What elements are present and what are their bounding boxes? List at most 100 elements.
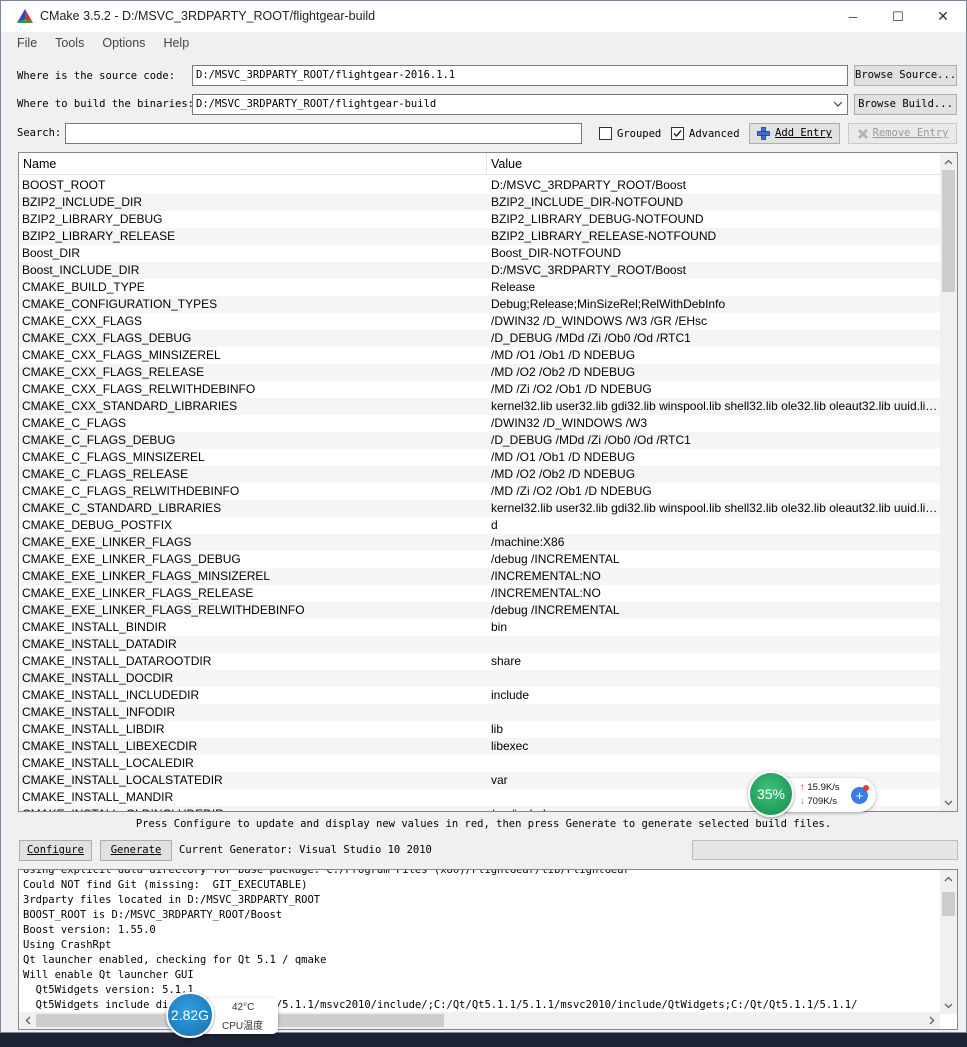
log-scroll-up-icon[interactable]	[940, 870, 957, 887]
source-path-input[interactable]: D:/MSVC_3RDPARTY_ROOT/flightgear-2016.1.…	[192, 65, 848, 86]
table-row[interactable]: CMAKE_INSTALL_LIBEXECDIR libexec	[19, 738, 940, 755]
cell-value[interactable]: Boost_DIR-NOTFOUND	[487, 245, 940, 262]
table-row[interactable]: CMAKE_EXE_LINKER_FLAGS_RELEASE/INCREMENT…	[19, 585, 940, 602]
table-row[interactable]: CMAKE_INSTALL_DATADIR	[19, 636, 940, 653]
cell-value[interactable]: D:/MSVC_3RDPARTY_ROOT/Boost	[487, 262, 940, 279]
log-vertical-scrollbar[interactable]	[940, 870, 957, 1014]
table-row[interactable]: BZIP2_INCLUDE_DIR BZIP2_INCLUDE_DIR-NOTFO…	[19, 194, 940, 211]
configure-button[interactable]: Configure	[19, 840, 92, 861]
table-row[interactable]: Boost_DIR Boost_DIR-NOTFOUND	[19, 245, 940, 262]
table-row[interactable]: CMAKE_INSTALL_BINDIR bin	[19, 619, 940, 636]
cell-value[interactable]: D:/MSVC_3RDPARTY_ROOT/Boost	[487, 177, 940, 194]
memory-usage-circle[interactable]: 35%	[748, 771, 794, 817]
build-path-combobox[interactable]: D:/MSVC_3RDPARTY_ROOT/flightgear-build	[192, 94, 848, 115]
cell-value[interactable]	[487, 636, 940, 653]
cell-value[interactable]: share	[487, 653, 940, 670]
cell-value[interactable]: /machine:X86	[487, 534, 940, 551]
log-horizontal-scrollbar[interactable]	[19, 1012, 940, 1029]
cell-value[interactable]: Debug;Release;MinSizeRel;RelWithDebInfo	[487, 296, 940, 313]
table-row[interactable]: BZIP2_LIBRARY_RELEASE BZIP2_LIBRARY_RELEA…	[19, 228, 940, 245]
table-row[interactable]: CMAKE_CXX_FLAGS_DEBUG/D_DEBUG /MDd /Zi /…	[19, 330, 940, 347]
cpu-frequency-circle[interactable]: 2.82G	[166, 992, 214, 1038]
log-scroll-left-icon[interactable]	[19, 1012, 36, 1029]
table-row[interactable]: CMAKE_C_STANDARD_LIBRARIES kernel32.lib u…	[19, 500, 940, 517]
cell-value[interactable]: Release	[487, 279, 940, 296]
menu-file[interactable]: File	[8, 32, 46, 54]
browse-source-button[interactable]: Browse Source...	[854, 65, 957, 86]
cell-value[interactable]: libexec	[487, 738, 940, 755]
cell-value[interactable]: /MD /O2 /Ob2 /D NDEBUG	[487, 364, 940, 381]
table-row[interactable]: CMAKE_C_FLAGS_RELEASE/MD /O2 /Ob2 /D NDE…	[19, 466, 940, 483]
cell-value[interactable]	[487, 704, 940, 721]
table-row[interactable]: CMAKE_CXX_STANDARD_LIBRARIES kernel32.lib…	[19, 398, 940, 415]
table-row[interactable]: BOOST_ROOT D:/MSVC_3RDPARTY_ROOT/Boost	[19, 177, 940, 194]
table-row[interactable]: CMAKE_INSTALL_LOCALEDIR	[19, 755, 940, 772]
cell-value[interactable]: BZIP2_INCLUDE_DIR-NOTFOUND	[487, 194, 940, 211]
table-row[interactable]: CMAKE_CXX_FLAGS_MINSIZEREL/MD /O1 /Ob1 /…	[19, 347, 940, 364]
column-header-value[interactable]: Value	[487, 153, 522, 174]
table-row[interactable]: CMAKE_C_FLAGS /DWIN32 /D_WINDOWS /W3	[19, 415, 940, 432]
table-row[interactable]: CMAKE_BUILD_TYPE Release	[19, 279, 940, 296]
log-scroll-right-icon[interactable]	[923, 1012, 940, 1029]
cell-value[interactable]: /MD /O1 /Ob1 /D NDEBUG	[487, 449, 940, 466]
remove-entry-button[interactable]: Remove Entry	[848, 123, 957, 144]
cell-value[interactable]: /INCREMENTAL:NO	[487, 585, 940, 602]
cell-value[interactable]: d	[487, 517, 940, 534]
table-row[interactable]: CMAKE_C_FLAGS_DEBUG/D_DEBUG /MDd /Zi /Ob…	[19, 432, 940, 449]
cache-variables-table[interactable]: Name Value BOOST_ROOT D:/MSVC_3RDPARTY_RO…	[18, 152, 958, 812]
scroll-down-icon[interactable]	[940, 794, 957, 811]
minimize-button[interactable]: ─	[830, 1, 876, 32]
table-row[interactable]: CMAKE_CXX_FLAGS_RELEASE/MD /O2 /Ob2 /D N…	[19, 364, 940, 381]
table-row[interactable]: CMAKE_INSTALL_INFODIR	[19, 704, 940, 721]
cell-value[interactable]: /DWIN32 /D_WINDOWS /W3 /GR /EHsc	[487, 313, 940, 330]
table-row[interactable]: CMAKE_C_FLAGS_MINSIZEREL/MD /O1 /Ob1 /D …	[19, 449, 940, 466]
table-row[interactable]: CMAKE_INSTALL_LIBDIR lib	[19, 721, 940, 738]
table-row[interactable]: CMAKE_EXE_LINKER_FLAGS_MINSIZEREL/INCREM…	[19, 568, 940, 585]
generate-button[interactable]: Generate	[100, 840, 172, 861]
cell-value[interactable]: BZIP2_LIBRARY_DEBUG-NOTFOUND	[487, 211, 940, 228]
table-row[interactable]: BZIP2_LIBRARY_DEBUG BZIP2_LIBRARY_DEBUG-N…	[19, 211, 940, 228]
cell-value[interactable]: /MD /O2 /Ob2 /D NDEBUG	[487, 466, 940, 483]
grouped-checkbox[interactable]: Grouped	[599, 125, 661, 142]
cell-value[interactable]: kernel32.lib user32.lib gdi32.lib winspo…	[487, 398, 940, 415]
cell-value[interactable]: /MD /Zi /O2 /Ob1 /D NDEBUG	[487, 483, 940, 500]
column-header-name[interactable]: Name	[19, 153, 487, 174]
menu-options[interactable]: Options	[93, 32, 154, 54]
cell-value[interactable]: lib	[487, 721, 940, 738]
browse-build-button[interactable]: Browse Build...	[854, 94, 957, 115]
log-scroll-thumb[interactable]	[942, 892, 955, 916]
menu-help[interactable]: Help	[154, 32, 198, 54]
cell-value[interactable]: include	[487, 687, 940, 704]
close-button[interactable]: ✕	[920, 1, 966, 32]
table-row[interactable]: CMAKE_DEBUG_POSTFIX d	[19, 517, 940, 534]
table-row[interactable]: CMAKE_INSTALL_INCLUDEDIR include	[19, 687, 940, 704]
output-log[interactable]: Using explicit data directory for base p…	[18, 869, 958, 1030]
cell-value[interactable]: /MD /Zi /O2 /Ob1 /D NDEBUG	[487, 381, 940, 398]
add-entry-button[interactable]: Add Entry	[749, 123, 840, 144]
cell-value[interactable]: /debug /INCREMENTAL	[487, 602, 940, 619]
table-row[interactable]: CMAKE_CONFIGURATION_TYPES Debug;Release;M…	[19, 296, 940, 313]
search-input[interactable]	[65, 123, 582, 144]
cell-value[interactable]: /D_DEBUG /MDd /Zi /Ob0 /Od /RTC1	[487, 330, 940, 347]
cpu-monitor-widget[interactable]: 42°C CPU温度 2.82G	[166, 992, 278, 1038]
table-vertical-scrollbar[interactable]	[940, 153, 957, 811]
cell-value[interactable]	[487, 670, 940, 687]
log-scroll-down-icon[interactable]	[940, 997, 957, 1014]
advanced-checkbox[interactable]: Advanced	[671, 125, 740, 142]
menu-tools[interactable]: Tools	[46, 32, 93, 54]
cell-value[interactable]: /DWIN32 /D_WINDOWS /W3	[487, 415, 940, 432]
table-row[interactable]: CMAKE_CXX_FLAGS /DWIN32 /D_WINDOWS /W3 /…	[19, 313, 940, 330]
table-row[interactable]: CMAKE_INSTALL_DOCDIR	[19, 670, 940, 687]
table-row[interactable]: CMAKE_EXE_LINKER_FLAGS_RELWITHDEBINFO/de…	[19, 602, 940, 619]
cell-value[interactable]: /debug /INCREMENTAL	[487, 551, 940, 568]
table-row[interactable]: CMAKE_EXE_LINKER_FLAGS_DEBUG/debug /INCR…	[19, 551, 940, 568]
cell-value[interactable]: /INCREMENTAL:NO	[487, 568, 940, 585]
cell-value[interactable]: /MD /O1 /Ob1 /D NDEBUG	[487, 347, 940, 364]
table-row[interactable]: Boost_INCLUDE_DIR D:/MSVC_3RDPARTY_ROOT/B…	[19, 262, 940, 279]
cell-value[interactable]	[487, 755, 940, 772]
network-monitor-widget[interactable]: ↑ 15.9K/s ↓ 709K/s + 35%	[748, 771, 876, 817]
table-row[interactable]: CMAKE_C_FLAGS_RELWITHDEBINFO/MD /Zi /O2 …	[19, 483, 940, 500]
table-row[interactable]: CMAKE_INSTALL_DATAROOTDIR share	[19, 653, 940, 670]
maximize-button[interactable]: ☐	[875, 1, 921, 32]
table-scroll-thumb[interactable]	[942, 170, 955, 292]
